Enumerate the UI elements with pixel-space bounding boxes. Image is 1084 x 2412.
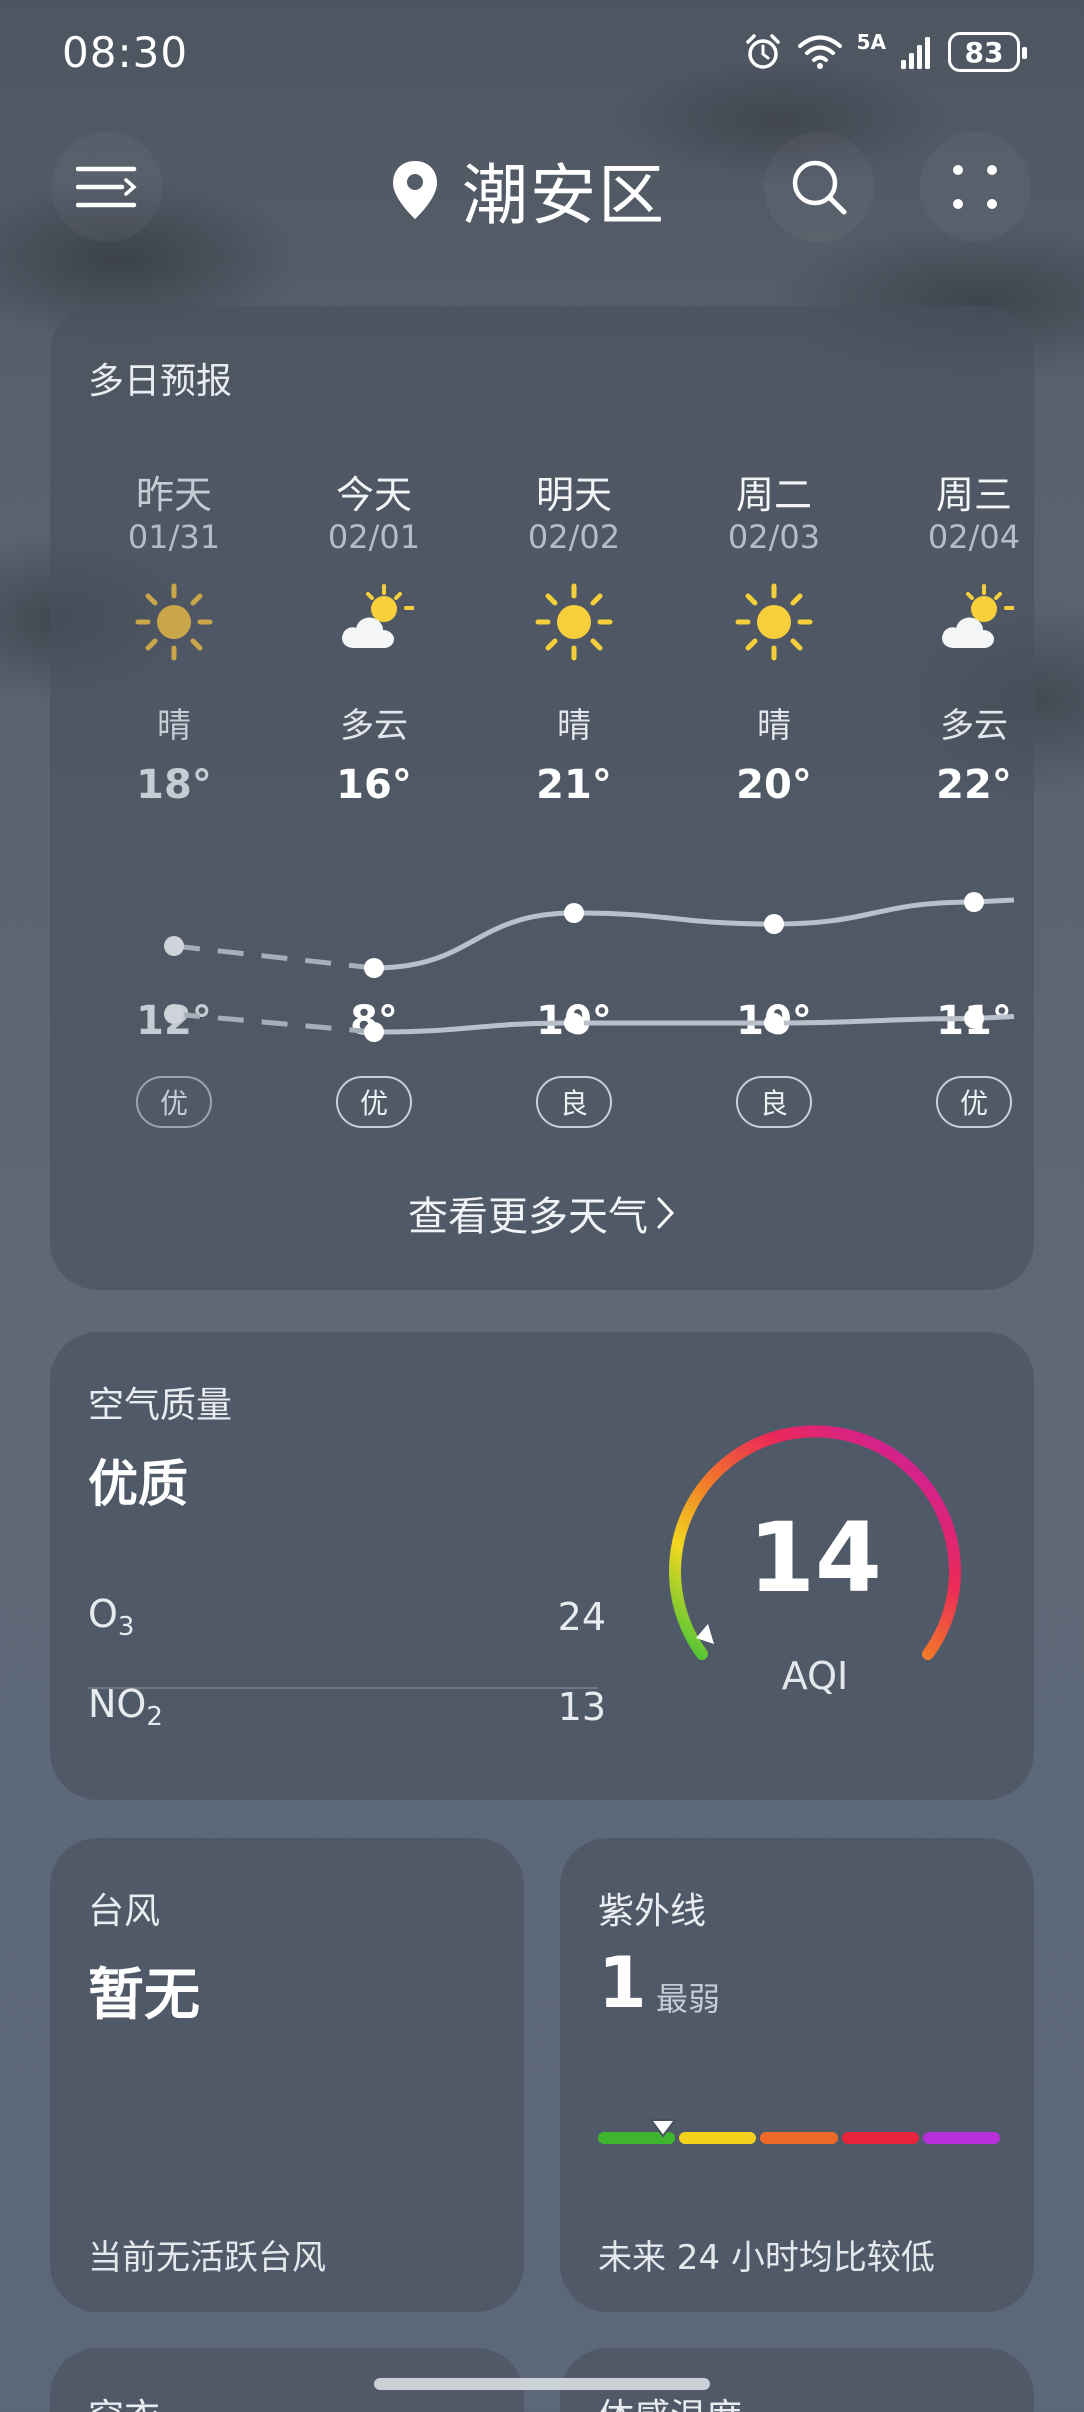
battery-indicator: 83 <box>948 32 1027 72</box>
location-selector[interactable]: 潮安区 <box>390 140 666 240</box>
pollutant-row: O3 24 <box>88 1586 606 1648</box>
day-condition: 多云 <box>940 706 1008 746</box>
menu-button[interactable] <box>52 132 162 242</box>
partly-cloudy-icon <box>342 584 414 648</box>
more-weather-link[interactable]: 查看更多天气 <box>50 1184 1034 1242</box>
chevron-right-icon <box>657 1197 675 1229</box>
more-weather-label: 查看更多天气 <box>408 1194 648 1240</box>
forecast-day[interactable]: 昨天 01/31 晴 18° 12° 优 <box>74 306 274 1206</box>
uv-footer: 未来 24 小时均比较低 <box>598 2238 935 2278</box>
day-date: 02/02 <box>527 518 621 556</box>
search-icon <box>792 160 847 215</box>
uv-scale-segment <box>760 2132 838 2144</box>
forecast-day[interactable]: 今天 02/01 多云 16° 8° 优 <box>274 306 474 1206</box>
day-condition: 多云 <box>340 706 408 746</box>
partly-cloudy-icon <box>942 584 1014 648</box>
day-aqi-badge: 良 <box>536 1076 612 1128</box>
feels-like-title: 体感温度 <box>598 2388 742 2412</box>
day-date: 02/01 <box>327 518 421 556</box>
pollutant-name: NO2 <box>88 1682 163 1732</box>
aqi-label: AQI <box>781 1654 849 1698</box>
sun-icon <box>535 583 613 661</box>
status-bar: 08:30 5A 83 <box>0 0 1084 110</box>
day-name: 今天 <box>335 473 412 517</box>
typhoon-footer: 当前无活跃台风 <box>88 2238 326 2278</box>
forecast-day[interactable]: 周三 02/04 多云 22° 11° 优 <box>874 306 1034 1206</box>
day-aqi-badge: 优 <box>936 1076 1012 1128</box>
day-condition: 晴 <box>557 706 591 746</box>
day-low-temp: 10° <box>536 998 612 1044</box>
day-low-temp: 12° <box>136 998 212 1044</box>
sun-icon <box>735 583 813 661</box>
uv-marker-icon <box>648 2119 677 2138</box>
day-condition: 晴 <box>157 706 191 746</box>
forecast-day[interactable]: 明天 02/02 晴 21° 10° 良 <box>474 306 674 1206</box>
day-aqi-badge: 优 <box>336 1076 412 1128</box>
day-low-temp: 11° <box>936 998 1012 1044</box>
sun-icon <box>135 583 213 661</box>
air-quality-status: 优质 <box>88 1455 188 1513</box>
status-time: 08:30 <box>62 28 189 77</box>
search-button[interactable] <box>764 132 874 242</box>
uv-level: 最弱 <box>656 1980 721 2018</box>
uv-index: 1 <box>598 1942 647 2024</box>
day-name: 昨天 <box>135 473 212 517</box>
air-quality-title: 空气质量 <box>88 1385 233 1426</box>
forecast-card: 多日预报 昨天 01/31 晴 18° 12° 优 今天 02/01 多云 16… <box>50 306 1034 1290</box>
air-quality-card[interactable]: 空气质量 优质 O3 24 NO2 13 14 AQI <box>50 1332 1034 1800</box>
pollutant-name: O3 <box>88 1592 135 1642</box>
day-name: 明天 <box>535 473 612 517</box>
uv-card[interactable]: 紫外线 1 最弱 未来 24 小时均比较低 <box>560 1838 1034 2312</box>
day-condition: 晴 <box>757 706 791 746</box>
network-type: 5A <box>856 30 886 54</box>
alarm-icon <box>745 34 780 69</box>
uv-scale-segment <box>922 2132 1001 2144</box>
pollutant-value: 13 <box>557 1685 606 1729</box>
day-high-temp: 18° <box>136 762 212 808</box>
forecast-days[interactable]: 昨天 01/31 晴 18° 12° 优 今天 02/01 多云 16° 8° … <box>50 306 1034 1206</box>
pollutant-value: 24 <box>557 1595 606 1639</box>
app-header: 潮安区 <box>0 132 1084 242</box>
typhoon-card[interactable]: 台风 暂无 当前无活跃台风 <box>50 1838 524 2312</box>
day-high-temp: 20° <box>736 762 812 808</box>
day-date: 02/03 <box>727 518 821 556</box>
day-name: 周二 <box>735 473 812 517</box>
day-high-temp: 16° <box>336 762 412 808</box>
wifi-icon <box>797 35 842 69</box>
forecast-day[interactable]: 周二 02/03 晴 20° 10° 良 <box>674 306 874 1206</box>
day-aqi-badge: 良 <box>736 1076 812 1128</box>
uv-scale-segment <box>841 2132 919 2144</box>
more-options-button[interactable] <box>920 132 1030 242</box>
location-pin-icon <box>393 161 437 219</box>
day-aqi-badge: 优 <box>136 1076 212 1128</box>
day-high-temp: 22° <box>936 762 1012 808</box>
aqi-value: 14 <box>748 1502 882 1614</box>
day-low-temp: 10° <box>736 998 812 1044</box>
status-icons: 5A 83 <box>743 30 1027 72</box>
pollutant-row: NO2 13 <box>88 1676 606 1738</box>
day-date: 01/31 <box>127 518 221 556</box>
home-indicator[interactable] <box>374 2378 710 2390</box>
menu-icon <box>76 166 137 208</box>
uv-scale-segment <box>679 2132 757 2144</box>
day-low-temp: 8° <box>350 998 398 1044</box>
location-name: 潮安区 <box>462 157 666 234</box>
day-high-temp: 21° <box>536 762 612 808</box>
typhoon-title: 台风 <box>88 1891 161 1932</box>
clothing-title: 穿衣 <box>88 2388 160 2412</box>
signal-icon <box>901 37 930 69</box>
day-date: 02/04 <box>927 518 1021 556</box>
uv-title: 紫外线 <box>598 1891 707 1932</box>
grid-dots-icon <box>953 165 997 209</box>
day-name: 周三 <box>935 473 1012 517</box>
typhoon-status: 暂无 <box>88 1963 200 2028</box>
